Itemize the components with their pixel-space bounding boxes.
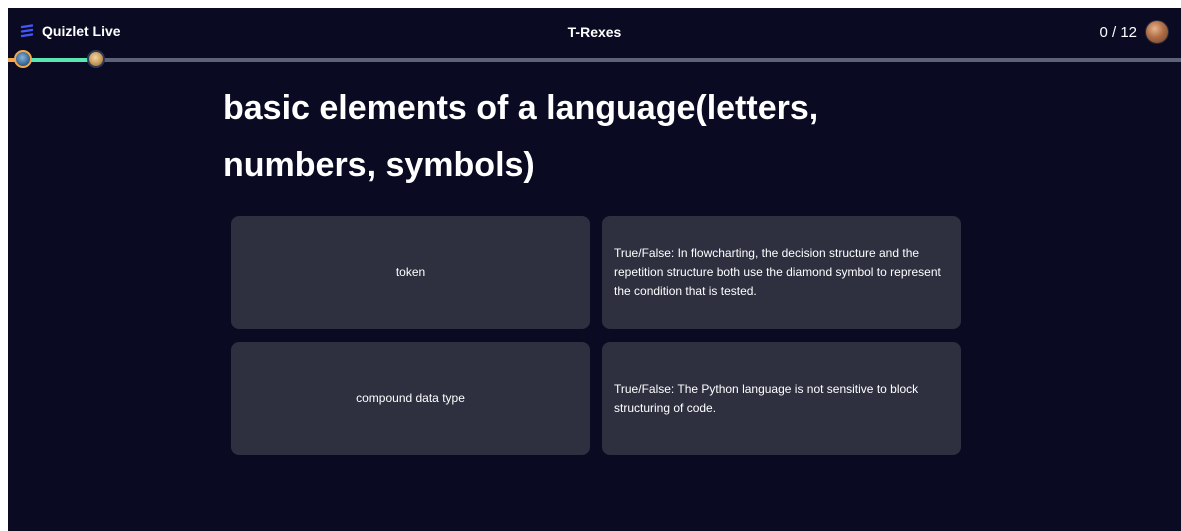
answer-grid: token True/False: In flowcharting, the d… [231,216,962,455]
answer-option[interactable]: compound data type [231,342,590,455]
top-bar: Quizlet Live T-Rexes 0 / 12 [8,8,1181,58]
avatar [1145,20,1169,44]
team-progress-bar [8,50,1181,68]
team-name: T-Rexes [567,24,622,40]
question-prompt: basic elements of a language(letters, nu… [223,89,819,184]
score-counter: 0 / 12 [1099,20,1169,44]
quizlet-live-screen: Quizlet Live T-Rexes 0 / 12 basic elemen… [8,8,1181,531]
player-avatar-marker [14,50,32,68]
answer-option[interactable]: True/False: The Python language is not s… [602,342,961,455]
score-text: 0 / 12 [1099,23,1137,41]
teammate-avatar-marker [87,50,105,68]
answer-option[interactable]: token [231,216,590,329]
answer-option[interactable]: True/False: In flowcharting, the decisio… [602,216,961,329]
